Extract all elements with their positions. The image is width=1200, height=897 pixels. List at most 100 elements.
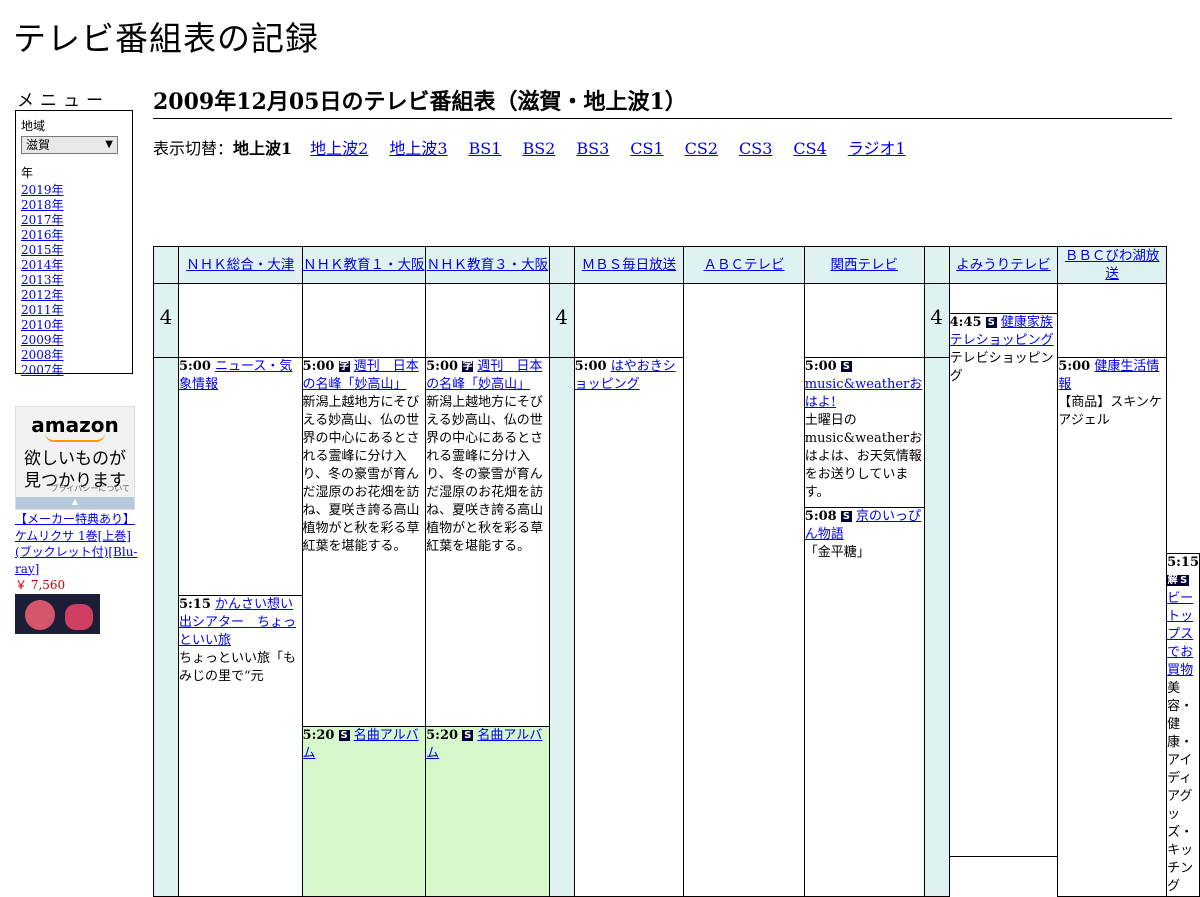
channel-link[interactable]: ＮＨＫ総合・大津 bbox=[186, 257, 294, 273]
switcher-link[interactable]: 地上波2 bbox=[310, 139, 368, 158]
channel-link[interactable]: 関西テレビ bbox=[830, 257, 898, 273]
channel-header: ＡＢＣテレビ bbox=[683, 246, 805, 284]
switcher-link[interactable]: 地上波3 bbox=[389, 139, 447, 158]
program-time: 5:00 bbox=[426, 359, 459, 374]
channel-header: ＢＢＣびわ湖放送 bbox=[1057, 246, 1168, 284]
year-link[interactable]: 2012年 bbox=[21, 288, 64, 302]
hour-column-fill bbox=[153, 357, 179, 897]
switcher-link[interactable]: CS1 bbox=[630, 139, 663, 158]
stereo-badge-icon: S bbox=[1178, 575, 1190, 586]
year-link[interactable]: 2007年 bbox=[21, 363, 64, 377]
switcher-current: 地上波1 bbox=[233, 139, 293, 158]
stereo-badge-icon: S bbox=[338, 729, 350, 741]
switcher-link[interactable]: BS3 bbox=[576, 139, 609, 158]
caption-badge-icon: 字 bbox=[462, 361, 474, 372]
channel-header: 関西テレビ bbox=[803, 246, 925, 284]
year-link[interactable]: 2010年 bbox=[21, 318, 64, 332]
stereo-badge-icon: S bbox=[840, 511, 852, 522]
program-description: 新潟上越地方にそびえる妙高山、仏の世界の中心にあるとされる霊峰に分け入り、冬の豪… bbox=[426, 395, 544, 554]
program-cell: 5:00 字 週刊 日本の名峰「妙高山」 新潟上越地方にそびえる妙高山、仏の世界… bbox=[425, 357, 550, 727]
year-link[interactable]: 2009年 bbox=[21, 333, 64, 347]
program-cell: 5:15 かんさい想い出シアター ちょっといい旅 ちょっといい旅「もみじの里で“… bbox=[177, 595, 303, 897]
program-title-link[interactable]: ビートップスでお買物 bbox=[1167, 591, 1193, 678]
hour-label: 4 bbox=[923, 283, 950, 358]
hour-header-cell bbox=[923, 246, 950, 284]
program-time: 5:00 bbox=[1058, 359, 1091, 374]
ad-collapse-bar[interactable]: ▲ bbox=[16, 497, 134, 509]
region-select[interactable]: 滋賀 ▼ bbox=[21, 136, 118, 154]
year-link[interactable]: 2011年 bbox=[21, 303, 64, 317]
program-description: ちょっといい旅「もみじの里で“元 bbox=[178, 651, 296, 684]
year-link[interactable]: 2019年 bbox=[21, 183, 64, 197]
program-cell: 4:45 S 健康家族テレショッピング テレビショッピング bbox=[948, 313, 1059, 857]
switcher-link[interactable]: CS3 bbox=[739, 139, 772, 158]
program-cell-empty bbox=[573, 283, 685, 358]
ad-text-line: 欲しいものが bbox=[24, 449, 126, 469]
hour-label: 4 bbox=[548, 283, 575, 358]
commentary-badge-icon: 解 bbox=[1167, 575, 1179, 586]
product-link[interactable]: 【メーカー特典あり】ケムリクサ 1巻[上巻](ブックレット付)[Blu-ray] bbox=[15, 511, 140, 577]
collapse-up-icon: ▲ bbox=[71, 497, 79, 506]
year-list: 2019年 2018年 2017年 2016年 2015年 2014年 2013… bbox=[21, 183, 127, 378]
program-cell-empty bbox=[803, 283, 925, 358]
program-time: 5:00 bbox=[302, 359, 335, 374]
channel-link[interactable]: ＡＢＣテレビ bbox=[704, 257, 785, 273]
region-label: 地域 bbox=[21, 119, 46, 133]
channel-link[interactable]: ＮＨＫ教育３・大阪 bbox=[427, 257, 549, 273]
program-time: 5:20 bbox=[302, 727, 335, 743]
year-label: 年 bbox=[21, 166, 34, 180]
year-link[interactable]: 2015年 bbox=[21, 243, 64, 257]
channel-header: ＮＨＫ教育１・大阪 bbox=[301, 246, 427, 284]
program-cell: 5:15 解S ビートップスでお買物 美容・健康・アイディアグッズ・キッチング bbox=[1166, 553, 1200, 897]
switcher-link[interactable]: ラジオ1 bbox=[848, 139, 906, 158]
hour-column-fill bbox=[923, 357, 950, 897]
program-cell-empty bbox=[1057, 283, 1168, 358]
stereo-badge-icon: S bbox=[462, 729, 474, 741]
amazon-logo: amazon bbox=[31, 413, 119, 437]
program-cell: 5:00 字 週刊 日本の名峰「妙高山」 新潟上越地方にそびえる妙高山、仏の世界… bbox=[301, 357, 427, 727]
program-description: 新潟上越地方にそびえる妙高山、仏の世界の中心にあるとされる霊峰に分け入り、冬の豪… bbox=[302, 395, 420, 554]
year-link[interactable]: 2016年 bbox=[21, 228, 64, 242]
stereo-badge-icon: S bbox=[985, 317, 997, 328]
program-description: 「金平糖」 bbox=[804, 545, 870, 560]
year-link[interactable]: 2008年 bbox=[21, 348, 64, 362]
program-time: 4:45 bbox=[949, 315, 982, 330]
product-price: ￥ 7,560 bbox=[15, 578, 66, 592]
program-cell-empty bbox=[301, 283, 427, 358]
program-cell: 5:20 S 名曲アルバム bbox=[425, 725, 550, 897]
program-cell: 5:00 ニュース・気象情報 bbox=[177, 357, 303, 596]
program-time: 5:20 bbox=[426, 727, 459, 743]
channel-link[interactable]: ＭＢＳ毎日放送 bbox=[582, 257, 677, 273]
switcher-link[interactable]: BS1 bbox=[469, 139, 502, 158]
channel-link[interactable]: ＮＨＫ教育１・大阪 bbox=[303, 257, 425, 273]
program-time: 5:00 bbox=[178, 359, 211, 374]
chevron-down-icon: ▼ bbox=[105, 139, 113, 150]
program-time: 5:15 bbox=[1167, 555, 1199, 570]
ad-privacy-link[interactable]: プライバシーについて bbox=[50, 483, 130, 494]
program-cell-empty bbox=[177, 283, 303, 358]
year-link[interactable]: 2014年 bbox=[21, 258, 64, 272]
channel-header: よみうりテレビ bbox=[948, 246, 1059, 284]
program-description: 土曜日のmusic&weatherおはよは、お天気情報をお送りしています。 bbox=[804, 413, 923, 500]
switcher-link[interactable]: CS4 bbox=[793, 139, 826, 158]
year-link[interactable]: 2013年 bbox=[21, 273, 64, 287]
amazon-ad[interactable]: amazon 欲しいものが 見つかります プライバシーについて ▲ bbox=[15, 406, 135, 510]
channel-link[interactable]: よみうりテレビ bbox=[956, 257, 1051, 273]
hour-header-cell bbox=[153, 246, 179, 284]
program-cell: 5:08 S 京のいっぴん物語 「金平糖」 bbox=[803, 507, 925, 897]
broadcast-switcher: 表示切替：地上波1 地上波2 地上波3 BS1 BS2 BS3 CS1 CS2 CS3 CS4 ラジ… bbox=[153, 135, 927, 159]
product-thumbnail[interactable] bbox=[15, 594, 100, 634]
channel-link[interactable]: ＢＢＣびわ湖放送 bbox=[1065, 248, 1160, 282]
switcher-link[interactable]: BS2 bbox=[522, 139, 555, 158]
switcher-label: 表示切替： bbox=[153, 139, 234, 158]
year-link[interactable]: 2018年 bbox=[21, 198, 64, 212]
hour-header-cell bbox=[548, 246, 575, 284]
switcher-link[interactable]: CS2 bbox=[685, 139, 718, 158]
hour-column-fill bbox=[548, 357, 575, 897]
year-link[interactable]: 2017年 bbox=[21, 213, 64, 227]
program-cell-empty bbox=[683, 283, 805, 897]
page-title: 2009年12月05日のテレビ番組表（滋賀・地上波1） bbox=[153, 84, 1172, 119]
region-select-value: 滋賀 bbox=[26, 138, 51, 152]
program-title-link[interactable]: music&weatherおはよ! bbox=[805, 377, 922, 410]
caption-badge-icon: 字 bbox=[338, 361, 350, 372]
